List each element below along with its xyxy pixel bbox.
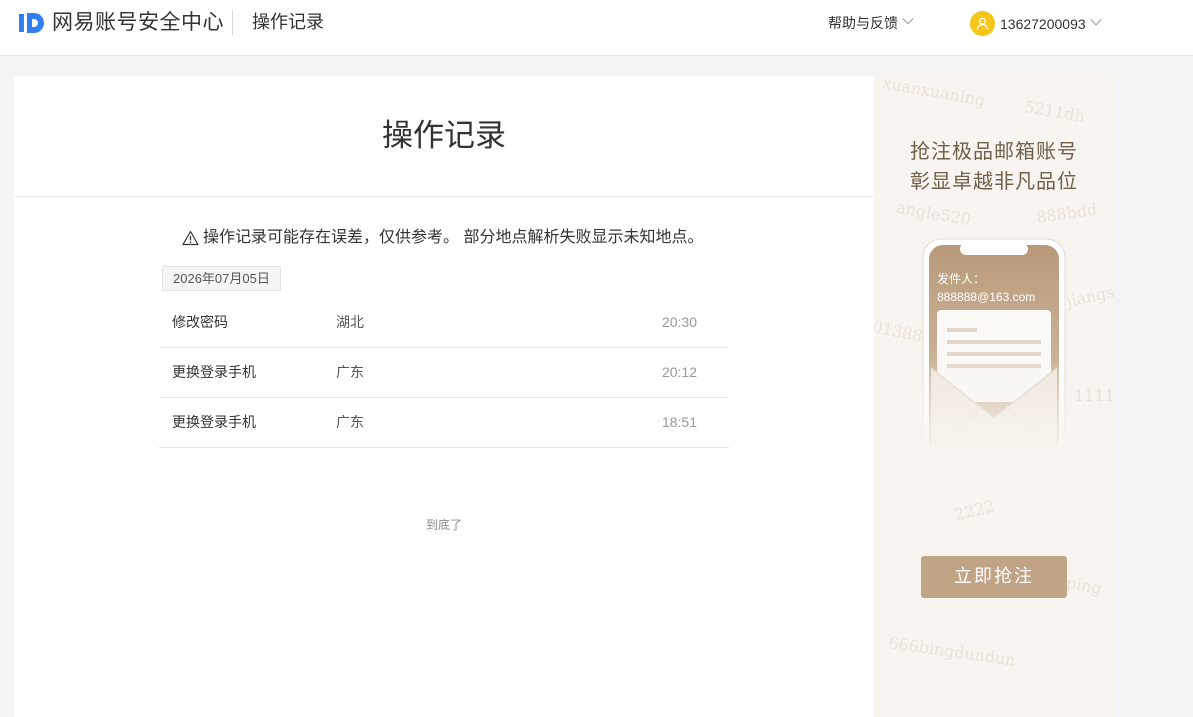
record-list: 修改密码 湖北 20:30 更换登录手机 广东 20:12 更换登录手机 广东 … [159, 298, 729, 448]
record-time: 20:30 [661, 314, 697, 330]
chevron-down-icon [1089, 13, 1102, 25]
record-location: 广东 [336, 414, 364, 430]
ad-watermark: xuanxuanlng [881, 76, 987, 110]
header-divider [232, 10, 233, 35]
user-menu[interactable]: 13627200093 [970, 11, 1102, 36]
id-logo-icon [19, 13, 44, 33]
ad-sender-email: 888888@163.com [937, 290, 1036, 304]
end-of-list-text: 到底了 [425, 518, 462, 532]
ad-headline-line2: 彰显卓越非凡品位 [910, 169, 1078, 193]
help-feedback-label: 帮助与反馈 [828, 15, 898, 31]
record-action: 更换登录手机 [172, 414, 256, 430]
date-tag: 2026年07月05日 [162, 266, 281, 291]
brand-name: 网易账号安全中心 [52, 11, 224, 34]
chevron-down-icon [902, 13, 914, 25]
record-action: 更换登录手机 [172, 364, 256, 380]
top-header: 网易账号安全中心 操作记录 帮助与反馈 13627200093 [0, 0, 1193, 56]
notice-text: 操作记录可能存在误差，仅供参考。 部分地点解析失败显示未知地点。 [203, 229, 704, 246]
user-icon [976, 17, 989, 30]
page-title: 操作记录 [382, 118, 506, 153]
title-divider [14, 196, 874, 197]
ad-headline-line1: 抢注极品邮箱账号 [910, 139, 1078, 163]
email-ad-banner[interactable]: xuanxuanlng 5211dh angle520 888bdd 01388… [874, 76, 1114, 717]
avatar [970, 11, 995, 36]
ad-watermark: 888bdd [1034, 199, 1099, 228]
register-now-button[interactable]: 立即抢注 [921, 556, 1067, 598]
table-row: 修改密码 湖北 20:30 [159, 298, 729, 348]
operation-records-panel: 操作记录 操作记录可能存在误差，仅供参考。 部分地点解析失败显示未知地点。 20… [14, 76, 874, 717]
table-row: 更换登录手机 广东 20:12 [159, 348, 729, 398]
record-location: 湖北 [336, 314, 364, 330]
table-row: 更换登录手机 广东 18:51 [159, 398, 729, 448]
ad-watermark: jiangsu [1064, 280, 1114, 311]
ad-watermark: 2222 [952, 496, 997, 525]
record-time: 18:51 [661, 414, 697, 430]
warning-icon [182, 230, 199, 246]
ad-sender-block: 发件人： 888888@163.com [937, 270, 1035, 306]
ad-headline: 抢注极品邮箱账号 彰显卓越非凡品位 [874, 136, 1114, 196]
ad-watermark: 666bingdundun [887, 633, 1017, 670]
ad-sender-label: 发件人： [937, 272, 986, 286]
brand-logo[interactable]: 网易账号安全中心 [18, 10, 224, 36]
section-title: 操作记录 [252, 12, 324, 32]
ad-watermark: angle520 [894, 197, 973, 230]
record-action: 修改密码 [172, 314, 228, 330]
record-location: 广东 [336, 364, 364, 380]
ad-watermark: 01388 [874, 316, 925, 347]
ad-watermark: 5211dh [1022, 96, 1087, 127]
accuracy-notice: 操作记录可能存在误差，仅供参考。 部分地点解析失败显示未知地点。 [182, 228, 703, 248]
help-feedback-menu[interactable]: 帮助与反馈 [828, 13, 914, 32]
user-phone: 13627200093 [1000, 15, 1086, 32]
ad-watermark: 1111 [1074, 386, 1114, 405]
ad-watermark: ping [1064, 573, 1104, 598]
record-time: 20:12 [661, 364, 697, 380]
